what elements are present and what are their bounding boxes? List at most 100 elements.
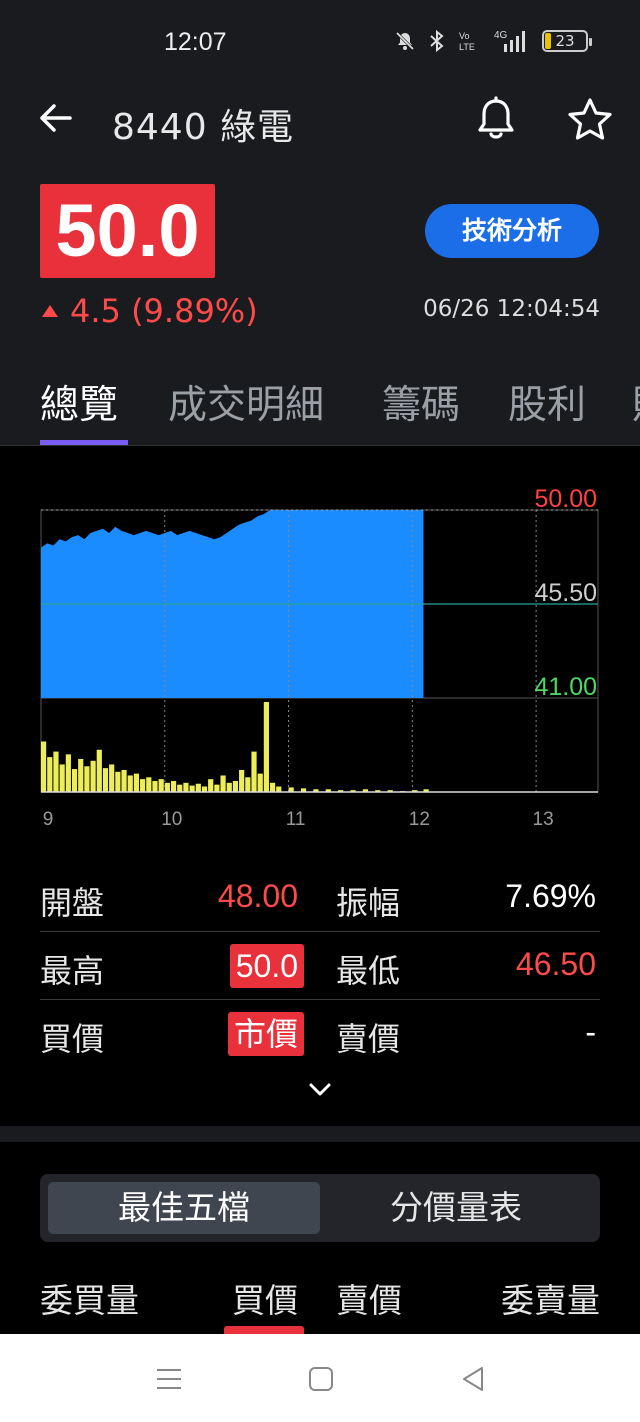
x-tick-label: 10 (161, 809, 182, 830)
stock-title: 8440 綠電 (112, 107, 295, 148)
y-label-low: 41.00 (534, 673, 597, 701)
volume-bar (146, 777, 152, 792)
volume-bar (71, 769, 78, 792)
volume-bar (90, 760, 96, 792)
volume-bar (102, 768, 109, 792)
tab-bar: 總覽 成交明細 籌碼 股利 財 (0, 374, 640, 446)
quote-stats: 開盤 48.00 振幅 7.69% 最高 50.0 最低 46.50 買價 市價… (40, 864, 600, 1068)
bid-volume-header: 委買量 (40, 1281, 139, 1320)
4g-signal-icon: 4G (494, 30, 525, 52)
volume-bar (127, 775, 133, 792)
amplitude-label: 振幅 (336, 884, 401, 922)
ask-volume-header: 委賣量 (501, 1281, 600, 1320)
volume-bar (140, 779, 146, 792)
svg-text:4G: 4G (494, 30, 508, 41)
intraday-chart[interactable]: 9 10 11 12 13 50.00 45.50 41.00 (0, 480, 640, 840)
price-change: 4.5 (9.89%) (42, 292, 258, 330)
amplitude-value: 7.69% (505, 878, 596, 914)
volume-bar (201, 786, 208, 792)
back-arrow-icon[interactable] (36, 98, 76, 138)
svg-text:LTE: LTE (459, 42, 475, 52)
volume-bar (189, 785, 195, 792)
battery-icon: 23 (542, 30, 592, 52)
menu-icon[interactable] (154, 1364, 184, 1394)
price-change-value: 4.5 (9.89%) (70, 292, 258, 330)
volume-bar (170, 780, 177, 792)
segment-price-volume[interactable]: 分價量表 (320, 1182, 592, 1234)
low-value: 46.50 (515, 946, 596, 982)
volume-bar (84, 766, 90, 792)
status-time: 12:07 (164, 28, 227, 56)
header-divider (0, 445, 640, 446)
x-tick-label: 13 (533, 809, 554, 830)
volume-bar (158, 779, 164, 792)
status-bar: 12:07 Vo LTE 4G 23 (0, 0, 640, 84)
stat-row-bid: 買價 市價 賣價 - (40, 1000, 600, 1068)
y-label-high: 50.00 (534, 485, 597, 513)
volume-bar (152, 780, 158, 792)
x-tick-label: 12 (409, 809, 430, 830)
stat-row-high: 最高 50.0 最低 46.50 (40, 932, 600, 1000)
volume-bar (96, 749, 102, 792)
x-tick-label: 11 (286, 809, 306, 830)
volume-bar (183, 782, 189, 792)
ask-label: 賣價 (336, 1020, 401, 1058)
volume-bar (269, 782, 276, 792)
back-icon[interactable] (458, 1364, 488, 1394)
volume-bar (78, 758, 84, 792)
section-divider (0, 1126, 640, 1142)
tab-overview[interactable]: 總覽 (40, 374, 118, 430)
bell-icon[interactable] (474, 96, 518, 144)
volume-bar (263, 702, 269, 792)
home-icon[interactable] (306, 1364, 336, 1394)
stock-header: 8440 綠電 50.0 技術分析 4.5 (9.89%) 06/26 12:0… (0, 84, 640, 446)
volume-bar (232, 780, 239, 792)
status-icons: Vo LTE 4G 23 (394, 28, 592, 54)
technical-analysis-button[interactable]: 技術分析 (425, 204, 599, 258)
volume-bar (133, 773, 140, 792)
segment-best-five[interactable]: 最佳五檔 (48, 1182, 320, 1234)
stat-row-open: 開盤 48.00 振幅 7.69% (40, 864, 600, 932)
ask-value: - (585, 1014, 596, 1050)
mute-icon (395, 31, 415, 51)
order-book-segment: 最佳五檔 分價量表 (40, 1174, 600, 1242)
high-value: 50.0 (229, 944, 304, 988)
volume-bar (47, 757, 53, 792)
high-label: 最高 (40, 952, 105, 990)
open-label: 開盤 (40, 884, 105, 922)
current-price: 50.0 (40, 184, 215, 278)
volume-bar (251, 751, 257, 792)
volume-bar (214, 784, 220, 792)
volume-bar (245, 777, 251, 792)
tab-dividends[interactable]: 股利 (508, 374, 586, 430)
quote-timestamp: 06/26 12:04:54 (423, 296, 600, 322)
volume-bar (220, 775, 226, 792)
bid-label: 買價 (40, 1020, 105, 1058)
system-nav-bar (0, 1334, 640, 1422)
volume-bar (208, 779, 214, 792)
volume-bar (41, 741, 47, 792)
volume-bar (115, 771, 121, 792)
volume-bar (59, 764, 65, 792)
bid-value: 市價 (227, 1012, 304, 1056)
low-label: 最低 (336, 952, 401, 990)
tab-financials[interactable]: 財 (632, 374, 640, 430)
star-icon[interactable] (566, 96, 614, 144)
volume-bar (276, 786, 282, 792)
tab-trade-details[interactable]: 成交明細 (168, 374, 324, 430)
volume-bar (164, 782, 170, 792)
volume-bar (177, 784, 183, 792)
ask-price-header: 賣價 (336, 1281, 402, 1320)
volume-bar (121, 769, 127, 792)
volume-bar (226, 782, 232, 792)
chevron-down-icon[interactable] (306, 1076, 334, 1104)
volte-icon: Vo LTE (459, 31, 475, 52)
order-book-header: 委買量 買價 賣價 委賣量 (40, 1274, 600, 1324)
y-label-mid: 45.50 (534, 579, 597, 607)
open-value: 48.00 (217, 878, 298, 914)
volume-bar (109, 764, 115, 792)
volume-bar (257, 773, 263, 792)
volume-bar (195, 783, 201, 792)
tab-chips[interactable]: 籌碼 (382, 374, 460, 430)
volume-bar (239, 769, 245, 792)
